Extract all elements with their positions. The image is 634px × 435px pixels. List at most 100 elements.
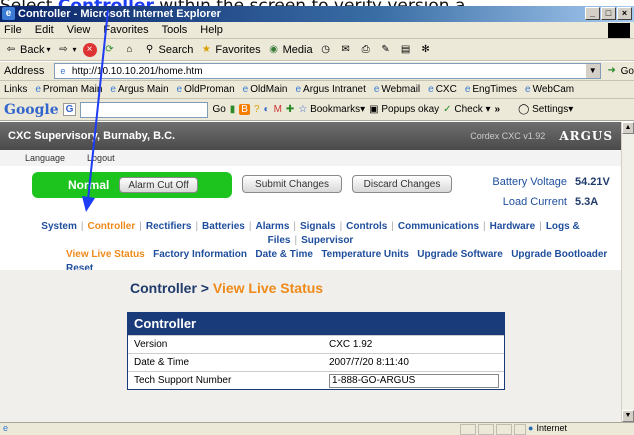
link-proman-main[interactable]: e Proman Main (35, 84, 102, 95)
version-tag: Cordex CXC v1.92 (470, 131, 546, 141)
link-webcam[interactable]: e WebCam (525, 84, 574, 95)
page-icon: e (525, 84, 531, 95)
nav-controls[interactable]: Controls (346, 221, 387, 232)
google-logo: Google (4, 101, 59, 118)
menu-tools[interactable]: Tools (162, 24, 188, 36)
media-button[interactable]: ◉ Media (267, 43, 312, 57)
nav-rectifiers[interactable]: Rectifiers (146, 221, 192, 232)
menu-bar: File Edit View Favorites Tools Help (0, 22, 634, 39)
popups-button[interactable]: ▣ Popups okay (369, 104, 439, 115)
gmail-icon[interactable]: M (274, 104, 282, 115)
language-link[interactable]: Language (25, 153, 65, 163)
page-icon: e (428, 84, 434, 95)
discard-changes-button[interactable]: Discard Changes (352, 175, 452, 193)
subnav-upgrade-bootloader[interactable]: Upgrade Bootloader (511, 249, 607, 260)
tech-support-number-input[interactable] (329, 373, 499, 388)
favorites-button[interactable]: ★ Favorites (199, 43, 261, 57)
google-go-button[interactable]: Go (212, 104, 225, 115)
blogger-icon[interactable]: B (239, 104, 250, 115)
messenger-icon[interactable]: ✻ (419, 43, 433, 57)
row-label: Version (134, 339, 168, 350)
logout-link[interactable]: Logout (87, 153, 115, 163)
nav-signals[interactable]: Signals (300, 221, 336, 232)
link-argus-main[interactable]: e Argus Main (110, 84, 168, 95)
argus-logo: ARGUS (559, 129, 613, 143)
more-button[interactable]: » (495, 104, 501, 115)
search-button[interactable]: ⚲ Search (143, 43, 194, 57)
nav-alarms[interactable]: Alarms (255, 221, 289, 232)
link-cxc[interactable]: e CXC (428, 84, 457, 95)
link-oldproman[interactable]: e OldProman (177, 84, 235, 95)
site-banner: CXC Supervisory, Burnaby, B.C. Cordex CX… (0, 122, 621, 150)
spellcheck-button[interactable]: ✓ Check ▾ (443, 104, 490, 115)
refresh-icon[interactable]: ⟳ (103, 43, 117, 57)
menu-view[interactable]: View (67, 24, 91, 36)
status-text: Normal (68, 178, 110, 192)
scroll-down-icon[interactable]: ▼ (622, 410, 634, 422)
status-cell (460, 424, 476, 435)
load-current-label: Load Current (502, 196, 567, 208)
link-engtimes[interactable]: e EngTimes (465, 84, 517, 95)
maximize-button[interactable]: □ (601, 7, 616, 20)
minimize-button[interactable]: _ (585, 7, 600, 20)
subnav-date-time[interactable]: Date & Time (255, 249, 313, 260)
nav-batteries[interactable]: Batteries (202, 221, 245, 232)
link-argus-intranet[interactable]: e Argus Intranet (295, 84, 365, 95)
close-button[interactable]: × (617, 7, 632, 20)
windows-flag-icon (608, 23, 630, 38)
security-zone: ● Internet (528, 423, 567, 433)
add-gadget-icon[interactable]: ✚ (286, 104, 294, 115)
spellcheck-icon: ✓ (443, 104, 452, 115)
page-viewport: CXC Supervisory, Burnaby, B.C. Cordex CX… (0, 122, 621, 422)
picasa-icon[interactable]: ◐ (264, 104, 270, 115)
history-icon[interactable]: ◷ (319, 43, 333, 57)
edit-icon[interactable]: ✎ (379, 43, 393, 57)
page-icon: e (295, 84, 302, 95)
table-row: Tech Support Number (128, 371, 504, 389)
card-title: Controller (128, 313, 504, 335)
pagerank-icon: ▮ (229, 104, 236, 115)
stop-icon[interactable]: × (82, 42, 97, 57)
nav-supervisor[interactable]: Supervisor (301, 235, 353, 246)
google-search-input[interactable] (80, 101, 209, 118)
vertical-scrollbar[interactable]: ▲ ▼ (621, 122, 634, 422)
page-title: Controller > View Live Status (130, 280, 324, 296)
submit-changes-button[interactable]: Submit Changes (242, 175, 342, 193)
row-value: CXC 1.92 (329, 339, 373, 350)
page-done-icon: e (3, 423, 9, 433)
address-bar: Address e http://10.10.10.201/home.htm ▼… (0, 62, 634, 81)
discuss-icon[interactable]: ▤ (399, 43, 413, 57)
subnav-view-live-status[interactable]: View Live Status (66, 249, 145, 260)
alarm-cutoff-button[interactable]: Alarm Cut Off (119, 177, 198, 193)
settings-button[interactable]: ◯ Settings▾ (518, 104, 573, 115)
mail-icon[interactable]: ✉ (339, 43, 353, 57)
bookmarks-button[interactable]: ☆ Bookmarks▾ (298, 104, 365, 115)
address-input[interactable]: e http://10.10.10.201/home.htm ▼ (53, 63, 601, 79)
nav-system[interactable]: System (41, 221, 77, 232)
link-oldmain[interactable]: e OldMain (243, 84, 288, 95)
chevron-down-icon[interactable]: ▼ (585, 64, 600, 78)
battery-voltage-label: Battery Voltage (492, 176, 567, 188)
ie-logo-icon: e (2, 7, 15, 20)
nav-controller[interactable]: Controller (87, 221, 135, 232)
nav-communications[interactable]: Communications (398, 221, 479, 232)
star-icon: ★ (201, 43, 211, 55)
menu-edit[interactable]: Edit (35, 24, 54, 36)
scroll-up-icon[interactable]: ▲ (622, 122, 634, 134)
home-icon[interactable]: ⌂ (123, 43, 137, 57)
link-webmail[interactable]: e Webmail (374, 84, 420, 95)
help-icon[interactable]: ? (254, 104, 260, 115)
menu-help[interactable]: Help (200, 24, 223, 36)
google-menu-icon[interactable]: G (62, 103, 77, 116)
subnav-temperature-units[interactable]: Temperature Units (321, 249, 409, 260)
back-button[interactable]: ⇦ Back ▾ (4, 43, 51, 57)
status-cell (514, 424, 526, 435)
forward-button[interactable]: ⇨ ▾ (56, 43, 76, 57)
print-icon[interactable]: ⎙ (359, 43, 373, 57)
menu-file[interactable]: File (4, 24, 22, 36)
subnav-factory-information[interactable]: Factory Information (153, 249, 247, 260)
menu-favorites[interactable]: Favorites (103, 24, 148, 36)
subnav-upgrade-software[interactable]: Upgrade Software (417, 249, 503, 260)
go-button[interactable]: ➜ Go (605, 64, 634, 78)
nav-hardware[interactable]: Hardware (490, 221, 536, 232)
